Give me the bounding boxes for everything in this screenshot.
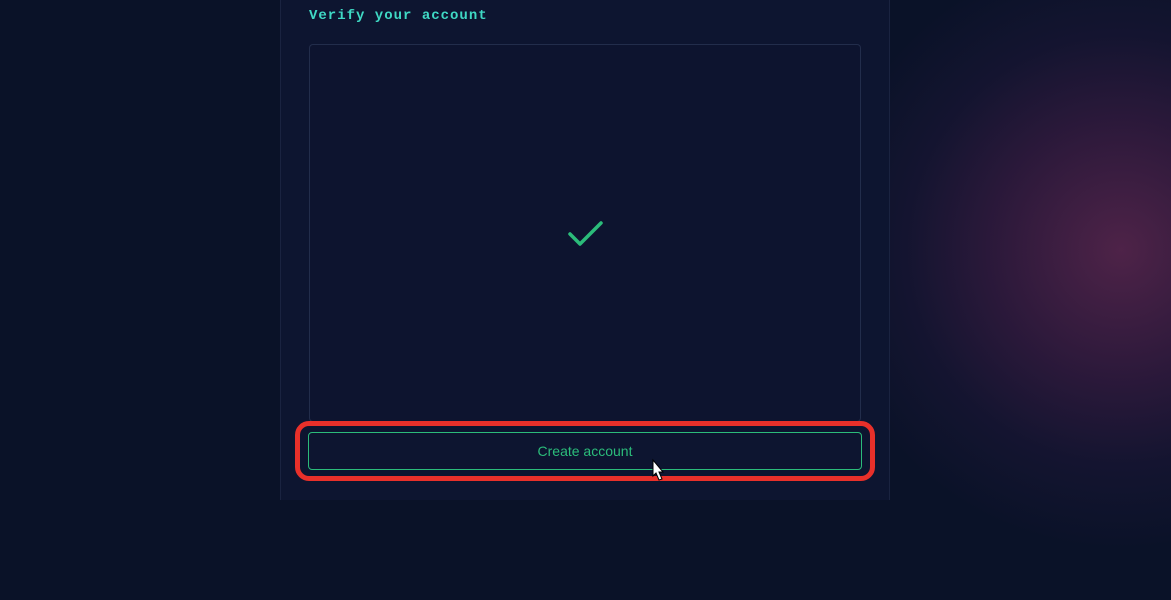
verify-heading: Verify your account bbox=[309, 8, 861, 24]
checkmark-icon bbox=[565, 217, 605, 249]
highlight-annotation: Create account bbox=[295, 421, 875, 481]
create-account-button[interactable]: Create account bbox=[308, 432, 862, 470]
verify-status-box bbox=[309, 44, 861, 422]
create-account-label: Create account bbox=[538, 443, 633, 459]
background-glow bbox=[871, 0, 1171, 600]
